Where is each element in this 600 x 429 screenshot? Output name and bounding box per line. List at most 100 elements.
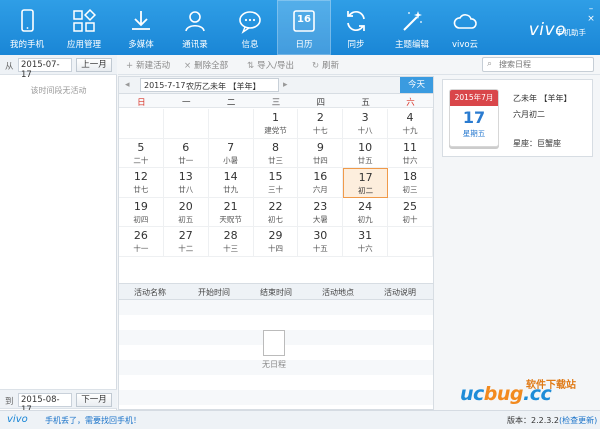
- calendar-day-cell[interactable]: 20 初五: [163, 197, 209, 227]
- next-month-button[interactable]: 下一月: [76, 393, 112, 407]
- calendar-day-cell[interactable]: 4 十九: [388, 109, 433, 139]
- header-date: 2015-7-17: [144, 81, 186, 90]
- calendar-day-cell[interactable]: 15 三十: [253, 168, 299, 198]
- calendar-day-cell[interactable]: 29 十四: [253, 227, 299, 257]
- calendar-day-cell[interactable]: 7 小暑: [208, 138, 254, 168]
- refresh-button[interactable]: ↻ 刷新: [312, 59, 339, 71]
- lunar-label: 大暑: [312, 214, 328, 224]
- watermark: 软件下载站 ucbug.cc: [460, 375, 600, 413]
- import-export-label: 导入/导出: [257, 61, 294, 71]
- nav-label: vivo云: [451, 40, 479, 50]
- find-phone-link[interactable]: 手机丢了，需要找回手机！: [45, 415, 141, 426]
- calendar-day-cell[interactable]: 26 十一: [119, 227, 164, 257]
- calendar-day-cell[interactable]: 25 初十: [388, 197, 433, 227]
- day-number: 23: [313, 199, 328, 213]
- to-date-field[interactable]: 2015-08-17: [18, 393, 72, 415]
- search-input[interactable]: [499, 59, 589, 70]
- day-detail-card: 2015年7月 17 星期五 乙未年 【羊年】 六月初二 星座：巨蟹座: [442, 79, 593, 157]
- icon-day: 17: [462, 108, 486, 127]
- calendar-day-cell[interactable]: 1 建党节: [253, 109, 299, 139]
- footer-logo: vivo: [7, 414, 28, 425]
- calendar-day-cell[interactable]: 21 天贶节: [208, 197, 254, 227]
- day-number: 14: [223, 170, 238, 183]
- lunar-label: 十四: [267, 244, 283, 253]
- calendar-day-cell: [163, 109, 209, 139]
- check-update-link[interactable]: (检查更新): [559, 416, 597, 425]
- calendar-day-cell[interactable]: 13 廿八: [163, 168, 209, 198]
- nav-label: 同步: [347, 40, 365, 50]
- calendar-day-cell[interactable]: 10 廿五: [343, 138, 389, 168]
- lunar-label: 廿七: [133, 185, 149, 194]
- day-number: 1: [271, 111, 279, 124]
- lunar-label: 初七: [267, 214, 283, 224]
- day-number: 31: [358, 229, 373, 242]
- calendar-day-cell[interactable]: 27 十二: [163, 227, 209, 257]
- day-number: 29: [268, 229, 283, 242]
- prev-month-button[interactable]: 上一月: [76, 58, 112, 72]
- search-box[interactable]: ⌕: [482, 57, 594, 72]
- nav-sync[interactable]: 同步: [329, 0, 383, 55]
- calendar-day-cell[interactable]: 22 初七: [253, 197, 299, 227]
- events-table: 活动名称 开始时间 结束时间 活动地点 活动说明 无日程: [118, 284, 434, 410]
- nav-contacts[interactable]: 通讯录: [168, 0, 222, 55]
- day-number: 27: [178, 229, 193, 242]
- calendar-day-cell[interactable]: 30 十五: [298, 227, 344, 257]
- calendar-day-cell[interactable]: 31 十六: [343, 227, 389, 257]
- nav-messages[interactable]: 信息: [223, 0, 277, 55]
- calendar-day-cell[interactable]: 9 廿四: [298, 138, 344, 168]
- calendar-day-cell[interactable]: 8 廿三: [253, 138, 299, 168]
- calendar-day-cell[interactable]: 18 初三: [388, 168, 433, 198]
- calendar-day-cell[interactable]: 19 初四: [119, 197, 164, 227]
- calendar-day-cell[interactable]: 12 廿七: [119, 168, 164, 198]
- next-arrow-icon[interactable]: ▸: [283, 80, 288, 90]
- calendar-day-cell[interactable]: 6 廿一: [163, 138, 209, 168]
- column-header: 活动名称: [134, 288, 166, 297]
- lunar-label: 廿八: [178, 185, 194, 194]
- new-event-label: 新建活动: [136, 61, 171, 71]
- lunar-label: 六月: [312, 185, 328, 194]
- delete-all-button[interactable]: × 删除全部: [184, 59, 228, 71]
- calendar-day-cell[interactable]: 24 初九: [343, 197, 389, 227]
- calendar-day-cell[interactable]: 5 二十: [119, 138, 164, 168]
- nav-calendar[interactable]: 16 日历: [277, 0, 331, 55]
- calendar-day-cell[interactable]: 23 大暑: [298, 197, 344, 227]
- today-button[interactable]: 今天: [400, 77, 433, 93]
- calendar-day-cell[interactable]: 28 十三: [208, 227, 254, 257]
- toolbar: + 新建活动 × 删除全部 ⇅ 导入/导出 ↻ 刷新 ⌕: [118, 55, 600, 75]
- day-number: 18: [403, 170, 418, 183]
- weekday-label: 一: [182, 98, 191, 108]
- calendar-day-cell[interactable]: 11 廿六: [388, 138, 433, 168]
- day-number: 26: [133, 229, 148, 242]
- search-icon: ⌕: [487, 59, 493, 69]
- watermark-logo: ucbug.cc: [460, 383, 552, 405]
- import-export-button[interactable]: ⇅ 导入/导出: [247, 59, 294, 71]
- column-header: 结束时间: [260, 288, 292, 297]
- day-number: 10: [358, 140, 373, 154]
- minimize-icon[interactable]: –: [586, 4, 596, 14]
- new-event-button[interactable]: + 新建活动: [126, 59, 170, 71]
- phone-icon: [21, 9, 34, 32]
- day-number: 16: [313, 170, 328, 183]
- download-icon: [132, 11, 150, 30]
- nav-vivo-cloud[interactable]: vivo云: [438, 0, 492, 55]
- nav-my-phone[interactable]: 我的手机: [0, 0, 54, 55]
- calendar-day-cell[interactable]: 2 十七: [298, 109, 344, 139]
- nav-label: 日历: [295, 40, 313, 50]
- close-icon[interactable]: ×: [586, 14, 596, 24]
- document-icon: [260, 330, 285, 362]
- lunar-label: 十五: [312, 244, 328, 253]
- calendar-day-cell[interactable]: 17 初二: [343, 168, 389, 198]
- nav-label: 多媒体: [128, 40, 154, 50]
- calendar-day-cell[interactable]: 16 六月: [298, 168, 344, 198]
- day-number: 12: [133, 170, 148, 183]
- calendar-day-cell[interactable]: 3 十八: [343, 109, 389, 139]
- from-date-field[interactable]: 2015-07-17: [18, 58, 72, 80]
- lunar-label: 初二: [358, 186, 374, 195]
- prev-arrow-icon[interactable]: ◂: [125, 80, 130, 90]
- day-number: 7: [227, 140, 235, 154]
- nav-multimedia[interactable]: 多媒体: [114, 0, 168, 55]
- column-header: 活动地点: [322, 288, 354, 297]
- nav-app-manager[interactable]: 应用管理: [57, 0, 111, 55]
- nav-theme-editor[interactable]: 主题编辑: [385, 0, 439, 55]
- calendar-day-cell[interactable]: 14 廿九: [208, 168, 254, 198]
